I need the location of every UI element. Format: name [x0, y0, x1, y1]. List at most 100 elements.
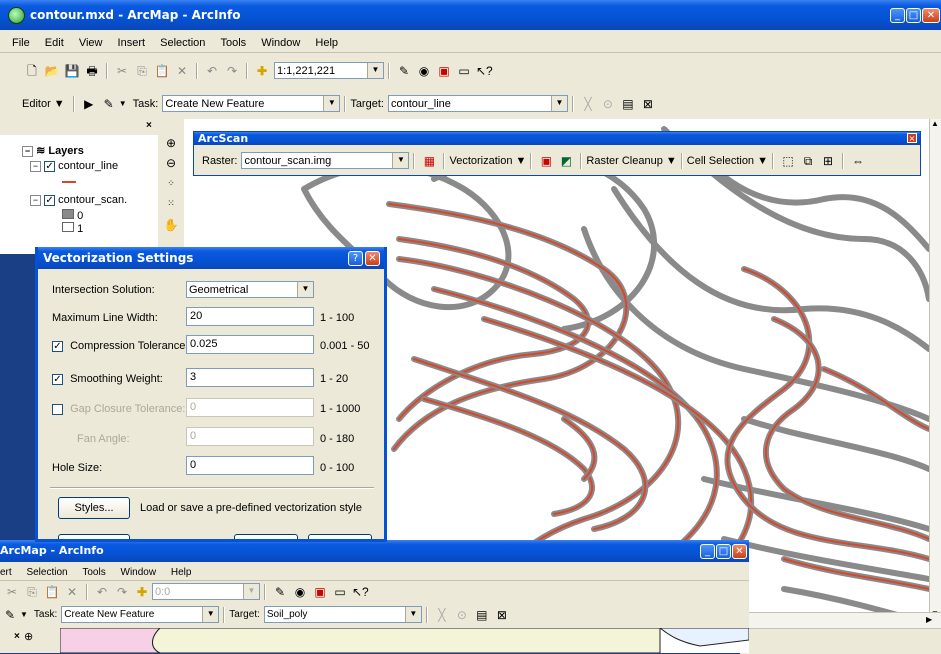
layer-visibility-checkbox[interactable]: ✓ [44, 194, 56, 206]
vectorization-menu[interactable]: Vectorization ▼ [449, 155, 526, 167]
main-title-bar[interactable]: contour.mxd - ArcMap - ArcInfo _ □ ✕ [0, 0, 941, 30]
smoothing-checkbox[interactable]: ✓ [52, 373, 63, 385]
max-width-input[interactable]: 20 [186, 307, 314, 326]
attributes-icon[interactable]: ▤ [474, 607, 490, 623]
redo-icon[interactable]: ↷ [224, 63, 240, 79]
intersection-combo[interactable]: Geometrical ▼ [186, 281, 314, 298]
generate-features-icon[interactable]: ◩ [558, 153, 574, 169]
raster-snapping-icon[interactable]: ▦ [421, 153, 437, 169]
menu-edit[interactable]: Edit [39, 35, 70, 49]
help-button[interactable]: ? [348, 251, 363, 266]
redo-icon[interactable]: ↷ [114, 584, 130, 600]
zoom-in-icon[interactable]: ⊕ [24, 630, 33, 643]
delete-icon[interactable]: ✕ [174, 63, 190, 79]
toc-layer-contour-line[interactable]: − ✓ contour_line [30, 160, 118, 172]
toc-layers-root[interactable]: − ≋ Layers [22, 144, 84, 157]
horizontal-scrollbar[interactable]: ▶ [740, 612, 941, 629]
save-icon[interactable]: 💾 [64, 63, 80, 79]
rotate-tool-icon[interactable]: ⊙ [454, 607, 470, 623]
whats-this-icon[interactable]: ↖? [352, 584, 369, 600]
collapse-icon[interactable]: − [30, 195, 41, 206]
menu-selection[interactable]: Selection [20, 565, 73, 578]
compression-input[interactable]: 0.025 [186, 335, 314, 354]
fixed-zoom-in-icon[interactable]: ⁘ [163, 175, 179, 191]
command-line-icon[interactable]: ▭ [456, 63, 472, 79]
raster-cleanup-menu[interactable]: Raster Cleanup ▼ [586, 155, 676, 167]
chevron-down-icon[interactable]: ▼ [202, 607, 219, 622]
new-icon[interactable]: 🗋 [24, 63, 40, 79]
fan-input[interactable]: 0 [186, 427, 314, 446]
arccatalog-icon[interactable]: ◉ [416, 63, 432, 79]
minimize-button[interactable]: _ [700, 544, 715, 559]
raster-line-width-icon[interactable]: ⇔ [850, 153, 866, 169]
bottom-button[interactable] [58, 534, 130, 539]
dialog-title-bar[interactable]: Vectorization Settings ? ✕ [38, 247, 384, 269]
menu-help[interactable]: Help [165, 565, 198, 578]
bottom-button[interactable] [234, 534, 298, 539]
compression-checkbox[interactable]: ✓ [52, 340, 63, 352]
editor-toolbar-icon[interactable]: ✎ [272, 584, 288, 600]
select-connected-cells-icon[interactable]: ⬚ [780, 153, 796, 169]
second-title-bar[interactable]: ArcMap - ArcInfo _ □ ✕ [0, 540, 749, 562]
bottom-button[interactable] [308, 534, 372, 539]
collapse-icon[interactable]: − [22, 146, 33, 157]
split-tool-icon[interactable]: ╳ [434, 607, 450, 623]
sketch-tool-icon[interactable]: ✎ [2, 607, 18, 623]
gap-closure-checkbox[interactable] [52, 403, 63, 415]
split-tool-icon[interactable]: ╳ [580, 96, 596, 112]
maximize-button[interactable]: □ [716, 544, 731, 559]
scale-combo[interactable]: 0:0 ▼ [152, 583, 260, 600]
pan-hand-icon[interactable]: ✋ [163, 217, 179, 233]
vectorization-trace-icon[interactable]: ▣ [538, 153, 554, 169]
paste-icon[interactable]: 📋 [154, 63, 170, 79]
scroll-up-icon[interactable]: ▲ [931, 119, 939, 128]
menu-insert[interactable]: ert [0, 565, 18, 578]
editor-menu[interactable]: Editor ▼ [22, 98, 65, 110]
close-button[interactable]: ✕ [732, 544, 747, 559]
cell-zoom-icon[interactable]: ⊞ [820, 153, 836, 169]
undo-icon[interactable]: ↶ [94, 584, 110, 600]
chevron-down-icon[interactable]: ▼ [297, 282, 313, 297]
menu-insert[interactable]: Insert [112, 35, 152, 49]
chevron-down-icon[interactable]: ▼ [550, 96, 567, 111]
close-button[interactable]: ✕ [365, 251, 380, 266]
raster-combo[interactable]: contour_scan.img ▼ [241, 152, 410, 169]
arcscan-title-bar[interactable]: ArcScan × [194, 132, 920, 145]
scroll-right-icon[interactable]: ▶ [926, 615, 932, 624]
chevron-down-icon[interactable]: ▼ [243, 584, 259, 599]
vertical-scrollbar[interactable]: ▲ ▼ [929, 119, 941, 629]
arctoolbox-icon[interactable]: ▣ [436, 63, 452, 79]
toc-close-icon[interactable]: × [14, 631, 20, 642]
menu-view[interactable]: View [73, 35, 109, 49]
toc-layer-contour-scan[interactable]: − ✓ contour_scan. [30, 194, 127, 206]
find-connected-cells-icon[interactable]: ⧉ [800, 153, 816, 169]
paste-icon[interactable]: 📋 [44, 584, 60, 600]
menu-window[interactable]: Window [115, 565, 163, 578]
minimize-button[interactable]: _ [890, 8, 905, 23]
delete-icon[interactable]: ✕ [64, 584, 80, 600]
menu-tools[interactable]: Tools [76, 565, 111, 578]
copy-icon[interactable]: ⎘ [134, 63, 150, 79]
target-combo[interactable]: Soil_poly ▼ [263, 606, 422, 623]
chevron-down-icon[interactable]: ▼ [323, 96, 340, 111]
arcscan-close-icon[interactable]: × [907, 133, 917, 143]
zoom-out-icon[interactable]: ⊖ [163, 155, 179, 171]
styles-button[interactable]: Styles... [58, 497, 130, 519]
gap-input[interactable]: 0 [186, 398, 314, 417]
close-button[interactable]: ✕ [922, 8, 940, 23]
print-icon[interactable]: 🖶 [84, 63, 100, 79]
chevron-down-icon[interactable]: ▼ [367, 63, 383, 78]
add-data-icon[interactable]: ✚ [254, 63, 270, 79]
attributes-icon[interactable]: ▤ [620, 96, 636, 112]
zoom-in-icon[interactable]: ⊕ [163, 135, 179, 151]
menu-selection[interactable]: Selection [154, 35, 211, 49]
arctoolbox-icon[interactable]: ▣ [312, 584, 328, 600]
toc-close-icon[interactable]: × [146, 120, 152, 131]
task-combo[interactable]: Create New Feature ▼ [162, 95, 341, 112]
chevron-down-icon[interactable]: ▼ [392, 153, 409, 168]
command-line-icon[interactable]: ▭ [332, 584, 348, 600]
edit-tool-icon[interactable]: ▶ [81, 96, 97, 112]
target-combo[interactable]: contour_line ▼ [387, 95, 568, 112]
scale-combo[interactable]: 1:1,221,221 ▼ [274, 62, 384, 79]
menu-tools[interactable]: Tools [214, 35, 252, 49]
